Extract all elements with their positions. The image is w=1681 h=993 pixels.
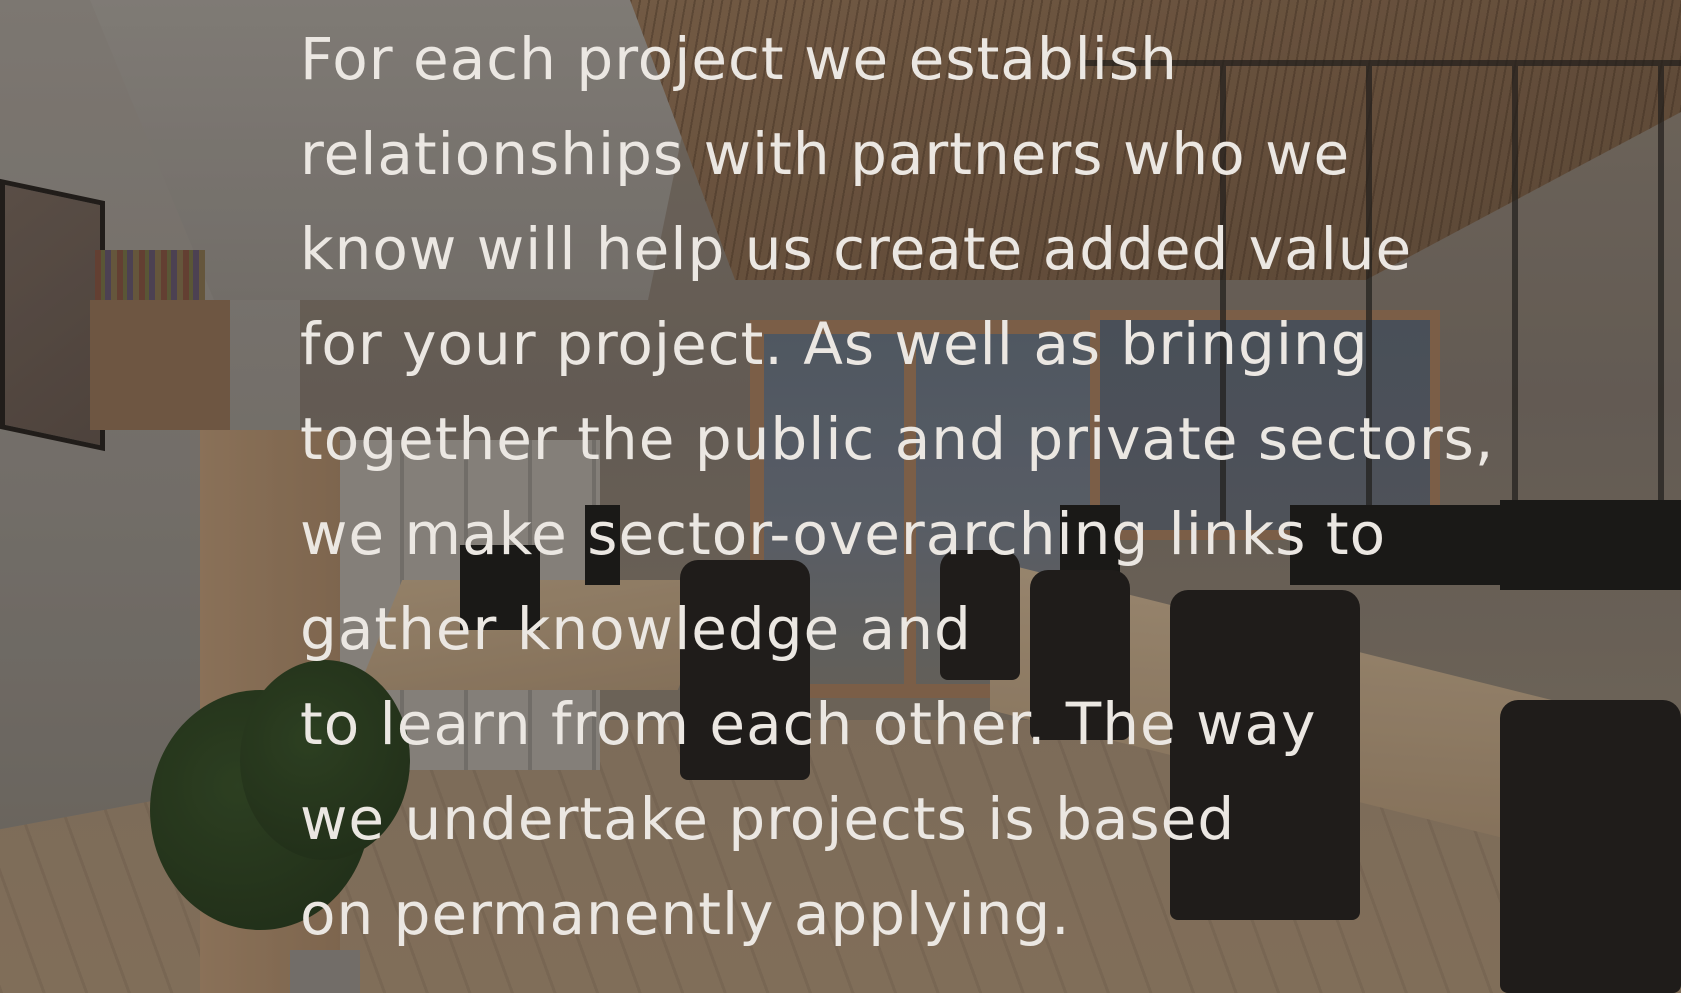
paragraph-line: For each project we establish: [300, 25, 1178, 93]
paragraph-line: to learn from each other. The way: [300, 690, 1317, 758]
paragraph-line: for your project. As well as bringing: [300, 310, 1369, 378]
paragraph-line: relationships with partners who we: [300, 120, 1351, 188]
office-background-image: For each project we establish relationsh…: [0, 0, 1681, 993]
paragraph-line: gather knowledge and: [300, 595, 972, 663]
paragraph-line: on permanently applying.: [300, 880, 1071, 948]
paragraph-line: we undertake projects is based: [300, 785, 1236, 853]
paragraph-line: together the public and private sectors,: [300, 405, 1495, 473]
paragraph-line: we make sector-overarching links to: [300, 500, 1387, 568]
about-paragraph: For each project we establish relationsh…: [300, 12, 1600, 962]
paragraph-line: know will help us create added value: [300, 215, 1413, 283]
